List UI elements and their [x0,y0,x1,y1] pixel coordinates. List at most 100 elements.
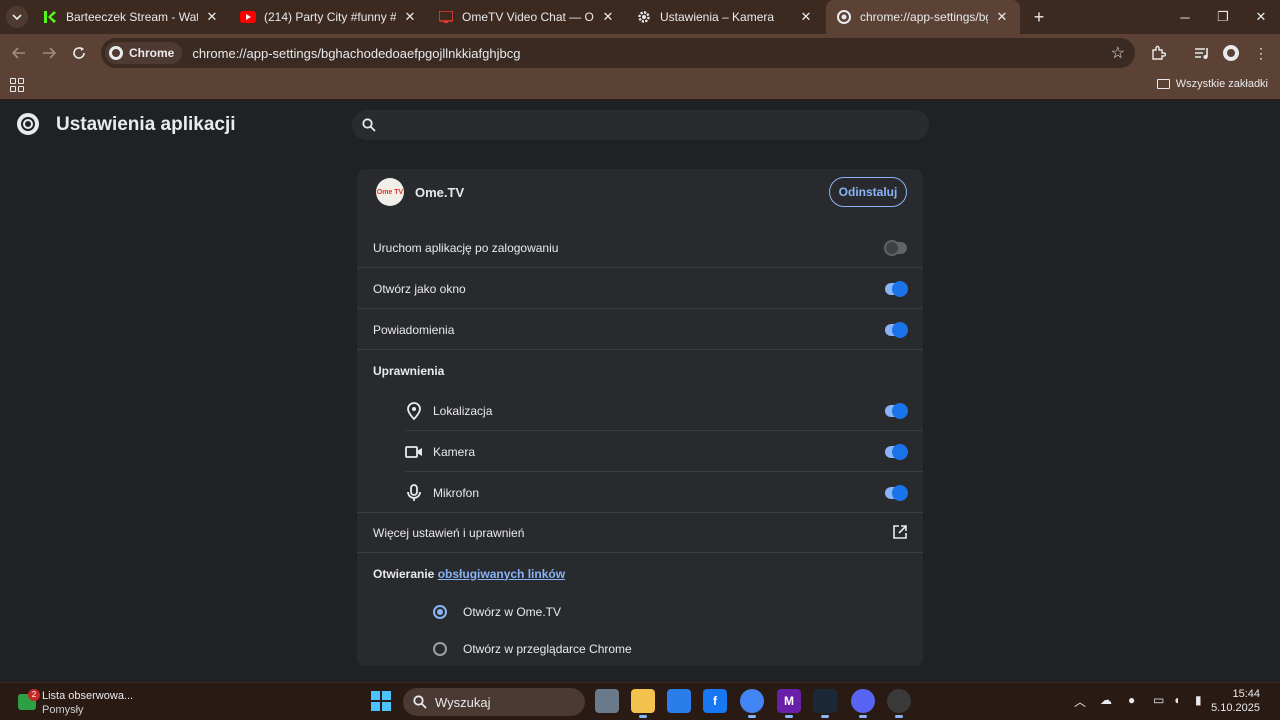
extensions-icon[interactable] [1147,42,1169,64]
tab-strip: Barteeczek Stream - Watch Live ✕ (214) P… [0,0,1280,34]
minimize-button[interactable]: ─ [1166,0,1204,34]
taskbar-search[interactable]: Wyszukaj [403,688,585,716]
tab-title: OmeTV Video Chat — Omegle [462,10,594,24]
search-icon [413,695,427,709]
volume-icon[interactable]: ◖ [1173,693,1180,707]
windows-start-icon[interactable] [371,691,391,711]
permission-label: Lokalizacja [433,403,493,418]
close-window-button[interactable]: ✕ [1242,0,1280,34]
menu-dots-icon[interactable]: ⋮ [1250,42,1272,64]
chrome-taskbar-icon[interactable] [740,689,764,718]
app-name: Ome.TV [415,185,465,200]
widgets-button[interactable]: 2 Lista obserwowa... Pomysły [14,686,154,718]
reload-button[interactable] [68,42,90,64]
clock[interactable]: 15:44 5.10.2025 [1211,687,1260,715]
recorder-icon[interactable] [887,689,911,718]
file-explorer-icon[interactable] [631,689,655,718]
tab-search-button[interactable] [0,0,34,34]
close-icon[interactable]: ✕ [994,9,1010,25]
new-tab-button[interactable]: + [1028,6,1050,28]
settings-search[interactable] [352,110,929,140]
bookmarks-bar: Wszystkie zakładki [0,72,1280,100]
page-title: Ustawienia aplikacji [56,114,236,135]
all-bookmarks-button[interactable]: Wszystkie zakładki [1156,78,1268,90]
bookmark-star-icon[interactable]: ☆ [1111,43,1125,63]
task-view-icon[interactable] [595,689,619,713]
profile-avatar[interactable] [1220,42,1242,64]
setting-label: Powiadomienia [373,322,455,337]
apps-grid-icon[interactable] [10,78,24,92]
all-bookmarks-label: Wszystkie zakładki [1175,78,1268,90]
open-in-browser-radio[interactable] [433,641,447,656]
search-input[interactable] [386,117,886,133]
permission-label: Kamera [433,444,476,459]
close-icon[interactable]: ✕ [204,9,220,25]
reload-icon [73,47,85,59]
forward-button[interactable] [38,42,60,64]
location-toggle[interactable] [885,402,908,419]
tab-title: Barteeczek Stream - Watch Live [66,10,198,24]
setting-open-as-window: Otwórz jako okno [357,268,923,309]
supported-links-link[interactable]: obsługiwanych linków [438,567,565,581]
links-heading-prefix: Otwieranie [373,566,435,581]
tab-app-settings[interactable]: chrome://app-settings/bghachodedoaefpgoj… [826,0,1020,34]
app-settings-page: Ustawienia aplikacji Ome TV Ome.TV Odins… [0,101,1280,682]
open-as-window-toggle[interactable] [885,280,908,297]
close-icon[interactable]: ✕ [402,9,418,25]
m-app-icon[interactable]: M [777,689,801,718]
widget-badge: 2 [28,689,40,701]
widget-subtitle: Pomysły [42,704,84,716]
permission-location: Lokalizacja [405,390,923,431]
restore-button[interactable]: ❐ [1204,0,1242,34]
open-in-app-option[interactable]: Otwórz w Ome.TV [357,591,923,632]
open-external-icon[interactable] [893,524,907,542]
media-controls-icon[interactable] [1191,42,1213,64]
microphone-icon[interactable]: ● [1128,693,1135,707]
kick-icon [42,9,58,25]
close-icon[interactable]: ✕ [798,9,814,25]
search-icon [362,118,376,132]
setting-label: Uruchom aplikację po zalogowaniu [373,240,559,255]
site-chip[interactable]: Chrome [105,42,183,64]
ometv-icon [438,9,454,25]
setting-notifications: Powiadomienia [357,309,923,350]
date-label: 5.10.2025 [1211,702,1260,714]
camera-toggle[interactable] [885,443,908,460]
microsoft-store-icon[interactable] [667,689,691,713]
open-in-browser-option[interactable]: Otwórz w przeglądarce Chrome [357,628,923,666]
network-icon[interactable]: ▭ [1153,693,1164,707]
more-settings-row[interactable]: Więcej ustawień i uprawnień [357,512,923,553]
links-heading-row: Otwieranie obsługiwanych linków [357,553,923,594]
setting-run-on-login: Uruchom aplikację po zalogowaniu [357,227,923,268]
back-button[interactable] [8,42,30,64]
radio-label: Otwórz w Ome.TV [463,604,562,619]
open-in-app-radio[interactable] [433,604,447,619]
battery-icon[interactable]: ▮ [1195,693,1202,707]
microphone-toggle[interactable] [885,484,908,501]
more-settings-label: Więcej ustawień i uprawnień [373,526,525,540]
permission-microphone: Mikrofon [405,472,923,513]
permission-camera: Kamera [405,431,923,472]
chevron-up-icon[interactable]: ︿ [1074,693,1086,710]
address-bar[interactable]: Chrome chrome://app-settings/bghachodedo… [101,38,1135,68]
discord-icon[interactable] [851,689,875,718]
tab-youtube[interactable]: (214) Party City #funny #hallow ✕ [230,0,428,34]
radio-label: Otwórz w przeglądarce Chrome [463,641,632,656]
steam-icon[interactable] [813,689,837,718]
uninstall-button[interactable]: Odinstaluj [829,177,907,207]
tab-settings-camera[interactable]: Ustawienia – Kamera ✕ [626,0,824,34]
url-text[interactable]: chrome://app-settings/bghachodedoaefpgoj… [192,46,520,61]
run-on-login-toggle[interactable] [884,239,907,256]
permission-label: Mikrofon [433,485,480,500]
tab-ometv[interactable]: OmeTV Video Chat — Omegle ✕ [428,0,626,34]
close-icon[interactable]: ✕ [600,9,616,25]
setting-label: Otwórz jako okno [373,281,466,296]
app-header: Ome TV Ome.TV Odinstaluj [357,169,923,215]
folder-icon [1156,79,1170,89]
ometv-app-icon: Ome TV [376,178,404,206]
facebook-icon[interactable]: f [703,689,727,713]
tab-kick[interactable]: Barteeczek Stream - Watch Live ✕ [32,0,230,34]
notifications-toggle[interactable] [885,321,908,338]
onedrive-icon[interactable]: ☁ [1100,693,1112,707]
arrow-left-icon [12,47,25,59]
